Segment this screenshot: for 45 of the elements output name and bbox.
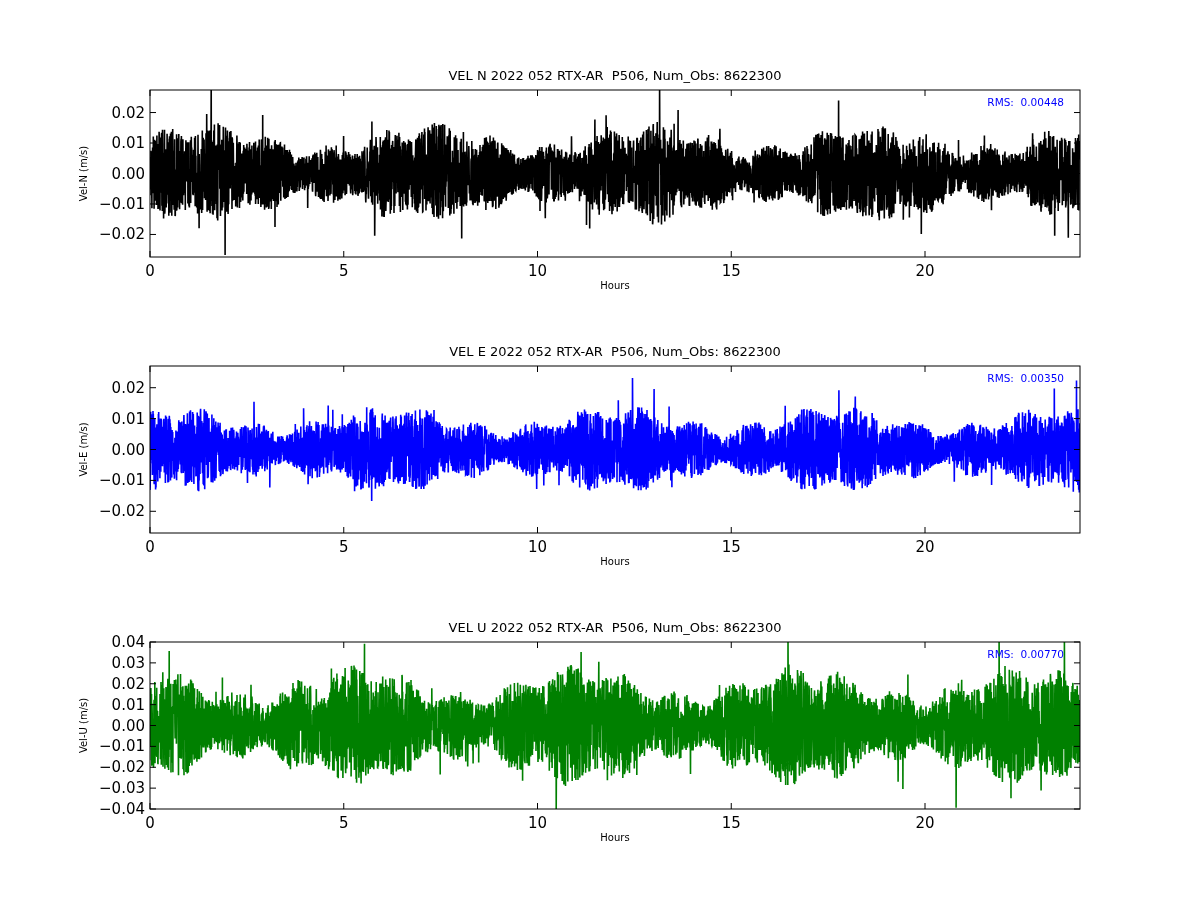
x-tick-label: 20 <box>915 538 935 556</box>
y-axis-label: Vel-U (m/s) <box>78 697 89 754</box>
y-tick-label: −0.03 <box>99 779 145 798</box>
x-tick-label: 15 <box>721 814 741 832</box>
x-tick-label: 0 <box>145 814 155 832</box>
chart-title: VEL E 2022 052 RTX-AR P506, Num_Obs: 8622300 <box>449 344 781 359</box>
y-tick-label: −0.01 <box>99 737 145 756</box>
y-tick-label: 0.02 <box>111 378 145 397</box>
chart-title: VEL U 2022 052 RTX-AR P506, Num_Obs: 8622300 <box>448 620 782 635</box>
y-tick-label: −0.01 <box>99 471 145 490</box>
y-tick-label: −0.02 <box>99 225 145 244</box>
y-tick-label: 0.00 <box>111 716 145 735</box>
x-axis-label: Hours <box>600 280 630 291</box>
y-tick-label: 0.00 <box>111 440 145 459</box>
x-tick-label: 10 <box>527 538 548 556</box>
x-tick-label: 10 <box>527 814 548 832</box>
y-axis-label: Vel-E (m/s) <box>78 422 89 477</box>
y-tick-label: −0.02 <box>99 758 145 777</box>
y-tick-label: 0.03 <box>111 653 145 672</box>
x-tick-label: 0 <box>145 262 155 280</box>
x-tick-label: 15 <box>721 262 741 280</box>
y-axis-label: Vel-N (m/s) <box>78 145 89 202</box>
y-tick-label: 0.01 <box>111 695 145 714</box>
x-tick-label: 5 <box>339 262 349 280</box>
x-tick-label: 10 <box>527 262 548 280</box>
x-axis-label: Hours <box>600 556 630 567</box>
y-tick-label: −0.01 <box>99 195 145 213</box>
y-tick-label: −0.02 <box>99 502 145 521</box>
y-tick-label: −0.04 <box>99 800 145 818</box>
y-tick-label: 0.02 <box>111 103 145 122</box>
x-axis-label: Hours <box>600 832 630 843</box>
x-tick-label: 15 <box>721 538 741 556</box>
y-tick-label: 0.02 <box>111 674 145 693</box>
y-tick-label: 0.00 <box>111 164 145 183</box>
x-tick-label: 5 <box>339 814 349 832</box>
y-tick-label: 0.01 <box>111 134 145 152</box>
x-tick-label: 20 <box>915 814 935 832</box>
y-tick-label: 0.04 <box>111 633 145 651</box>
y-tick-label: 0.01 <box>111 409 145 428</box>
chart-title: VEL N 2022 052 RTX-AR P506, Num_Obs: 8622300 <box>448 68 782 83</box>
rms-value: RMS: 0.00448 <box>987 96 1064 108</box>
rms-value: RMS: 0.00350 <box>987 372 1064 384</box>
x-tick-label: 0 <box>145 538 155 556</box>
x-tick-label: 5 <box>339 538 349 556</box>
x-tick-label: 20 <box>915 262 935 280</box>
